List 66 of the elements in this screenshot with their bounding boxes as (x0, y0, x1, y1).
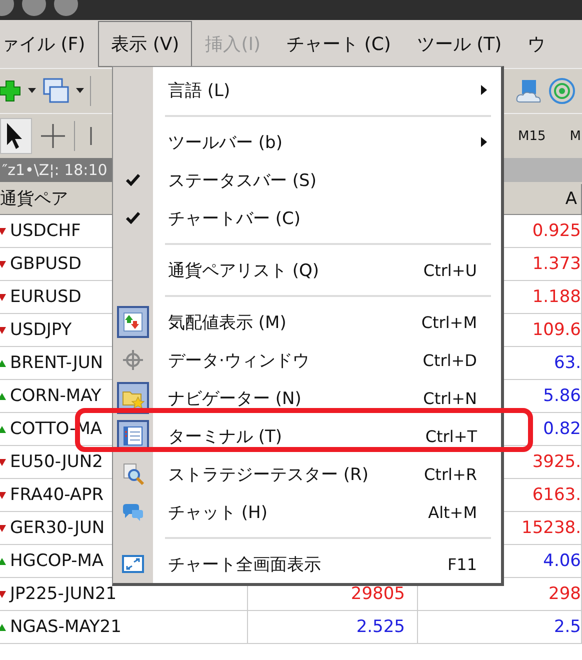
up-triangle-icon (0, 558, 6, 564)
down-triangle-icon (0, 590, 6, 598)
up-triangle-icon (0, 392, 6, 400)
ask-price: 6163. (532, 485, 581, 505)
plus-icon[interactable] (0, 79, 22, 103)
timeframe-button[interactable]: M (568, 128, 582, 144)
bid-price: 2.525 (356, 617, 405, 637)
menu-option[interactable]: 通貨ペアリスト (Q) Ctrl+U (113, 251, 501, 289)
ask-price: 298 (548, 584, 581, 604)
menu-option[interactable]: ナビゲーター (N) Ctrl+N (113, 379, 501, 417)
symbol-name[interactable]: BRENT-JUN (10, 353, 104, 373)
timeframe-button[interactable]: M15 (516, 128, 548, 144)
menu-option[interactable]: ターミナル (T) Ctrl+T (113, 417, 501, 455)
caret-icon[interactable] (76, 88, 84, 94)
crosshair-icon (121, 348, 145, 372)
crosshair-icon[interactable] (38, 121, 68, 151)
ask-price: 15238. (522, 518, 581, 538)
list-icon (121, 424, 145, 448)
ask-price: 0.82 (543, 419, 581, 439)
signal-icon[interactable] (548, 77, 576, 105)
menu-option[interactable]: 気配値表示 (M) Ctrl+M (113, 303, 501, 341)
ask-price: 109.6 (532, 320, 581, 340)
up-triangle-icon (0, 360, 6, 366)
ask-price: 1.373 (532, 254, 581, 274)
ask-price: 1.188 (532, 287, 581, 307)
menu-option[interactable]: ストラテジーテスター (R) Ctrl+R (113, 455, 501, 493)
down-triangle-icon (0, 228, 6, 234)
symbol-name[interactable]: HGCOP-MA (10, 551, 104, 571)
up-triangle-icon (0, 426, 6, 432)
menu-option[interactable]: データ·ウィンドウ Ctrl+D (113, 341, 501, 379)
down-triangle-icon (0, 260, 6, 268)
ask-price: 0.925 (532, 221, 581, 241)
symbol-name[interactable]: EURUSD (10, 287, 82, 307)
menu-item[interactable]: チャート (C) (274, 21, 404, 67)
menu-option[interactable]: 言語 (L) (113, 71, 501, 109)
symbol-name[interactable]: CORN-MAY (10, 386, 102, 406)
menu-item[interactable]: ァイル (F) (0, 21, 98, 67)
down-triangle-icon (0, 326, 6, 334)
up-triangle-icon (0, 624, 6, 630)
windows-icon[interactable] (42, 77, 70, 105)
menu-option[interactable]: チャット (H) Alt+M (113, 493, 501, 531)
fullscreen-icon (121, 552, 145, 576)
ask-price: 4.06 (543, 551, 581, 571)
menu-option[interactable]: ツールバー (b) (113, 123, 501, 161)
menu-item[interactable]: ウ (514, 21, 559, 67)
ask-price: 5.86 (543, 386, 581, 406)
caret-icon[interactable] (28, 88, 36, 94)
menu-item[interactable]: ツール (T) (404, 21, 515, 67)
cloud-icon[interactable] (516, 78, 542, 104)
menu-option[interactable]: チャートバー (C) (113, 199, 501, 237)
ask-price: 63. (554, 353, 581, 373)
bid-price: 29805 (350, 584, 405, 604)
down-triangle-icon (0, 294, 6, 300)
menu-option[interactable]: チャート全画面表示 F11 (113, 545, 501, 583)
symbol-name[interactable]: USDJPY (10, 320, 72, 340)
down-triangle-icon (0, 524, 6, 532)
symbol-name[interactable]: GBPUSD (10, 254, 82, 274)
ask-price: 3925. (532, 452, 581, 472)
magnifier-icon (121, 462, 145, 486)
server-time: ″z1•\Z¦: 18:10 (0, 158, 114, 182)
down-triangle-icon (0, 492, 6, 498)
down-triangle-icon (0, 458, 6, 466)
ask-price: 2.5 (554, 617, 581, 637)
menu-option[interactable]: ステータスバー (S) (113, 161, 501, 199)
quotes-icon (121, 310, 145, 334)
symbol-name[interactable]: USDCHF (10, 221, 81, 241)
